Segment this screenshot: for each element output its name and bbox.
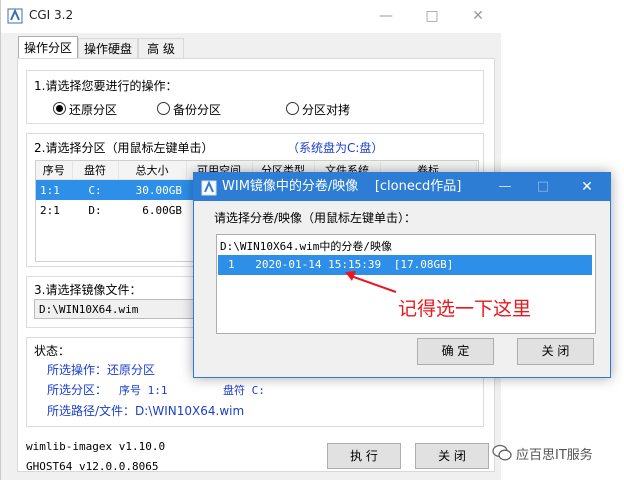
annotation-text: 记得选一下这里	[398, 298, 532, 320]
annotation-arrow	[345, 271, 397, 293]
